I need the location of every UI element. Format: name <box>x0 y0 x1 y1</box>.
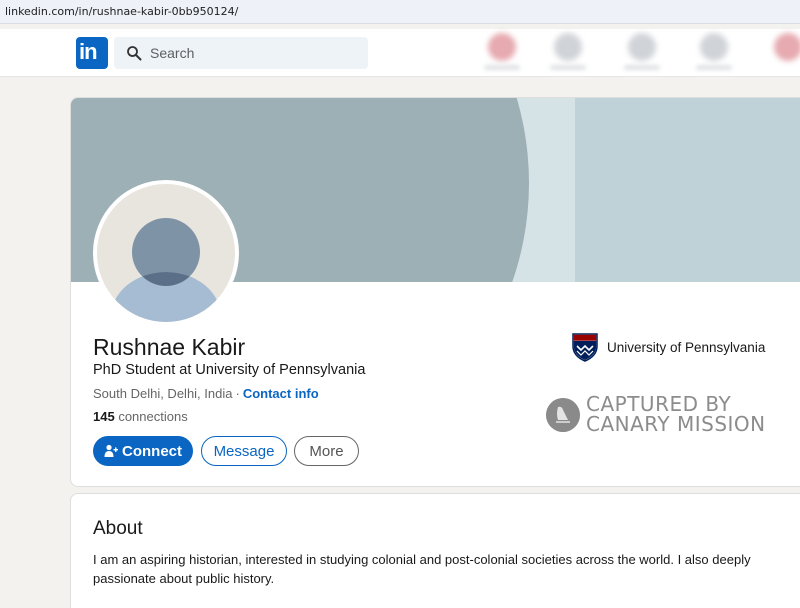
profile-name: Rushnae Kabir <box>93 334 246 360</box>
canary-bird-icon <box>546 398 580 432</box>
connections-label: connections <box>118 409 188 424</box>
university-shield-icon <box>572 333 598 362</box>
canary-text: CAPTURED BY CANARY MISSION <box>586 394 766 434</box>
connections-count[interactable]: 145 connections <box>93 409 188 424</box>
address-url[interactable]: linkedin.com/in/rushnae-kabir-0bb950124/ <box>5 5 238 18</box>
profile-location: South Delhi, Delhi, India <box>93 386 233 401</box>
about-text: I am an aspiring historian, interested i… <box>93 552 751 586</box>
more-button[interactable]: More <box>294 436 359 466</box>
top-nav-bar: in <box>0 29 800 77</box>
profile-card: Rushnae Kabir PhD Student at University … <box>70 97 800 487</box>
nav-network-icon[interactable] <box>554 33 582 61</box>
education-name: University of Pennsylvania <box>607 339 766 355</box>
profile-headline: PhD Student at University of Pennsylvani… <box>93 362 366 378</box>
banner-strip <box>575 98 800 282</box>
search-input[interactable] <box>150 37 360 69</box>
nav-home-label <box>484 65 520 70</box>
education-link[interactable]: University of Pennsylvania <box>571 332 765 362</box>
linkedin-logo[interactable]: in <box>76 37 108 69</box>
nav-messaging-label <box>696 65 732 70</box>
add-person-icon <box>104 444 118 457</box>
watermark-line-1: CAPTURED BY <box>586 392 732 416</box>
about-title: About <box>93 518 143 539</box>
linkedin-logo-text: in <box>79 39 98 64</box>
nav-jobs-icon[interactable] <box>628 33 656 61</box>
watermark-line-2: CANARY MISSION <box>586 412 766 436</box>
search-icon <box>127 46 142 61</box>
connections-number: 145 <box>93 409 115 424</box>
browser-address-bar[interactable]: linkedin.com/in/rushnae-kabir-0bb950124/ <box>0 0 800 24</box>
nav-notifications-icon[interactable] <box>774 33 800 61</box>
nav-network-label <box>550 65 586 70</box>
location-separator: · <box>235 386 240 401</box>
contact-info-link[interactable]: Contact info <box>243 386 319 401</box>
nav-home-icon[interactable] <box>488 33 516 61</box>
search-box[interactable] <box>114 37 368 69</box>
about-section: About I am an aspiring historian, intere… <box>70 493 800 608</box>
avatar-overlap <box>132 218 200 286</box>
nav-messaging-icon[interactable] <box>700 33 728 61</box>
profile-location-line: South Delhi, Delhi, India · Contact info <box>93 386 319 401</box>
default-avatar-icon[interactable] <box>93 180 239 326</box>
message-button[interactable]: Message <box>201 436 287 466</box>
connect-label: Connect <box>122 442 182 460</box>
connect-button[interactable]: Connect <box>93 436 193 466</box>
nav-jobs-label <box>624 65 660 70</box>
